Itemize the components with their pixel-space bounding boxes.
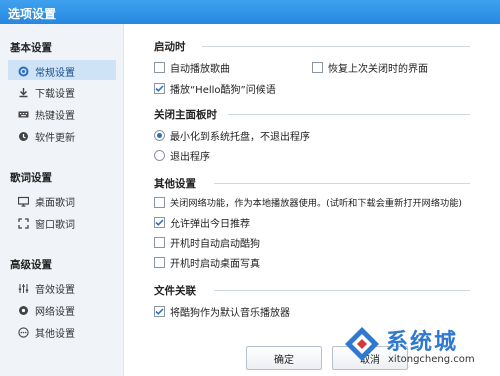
auto-play-label: 自动播放歌曲 [170, 64, 230, 75]
sidebar-item-label: 热键设置 [35, 111, 75, 122]
restore-option[interactable]: 恢复上次关闭时的界面 [312, 60, 428, 75]
section-file-assoc-title: 文件关联 [154, 285, 196, 297]
sidebar-item-window-lyrics[interactable]: 窗口歌词 [8, 212, 116, 232]
equalizer-icon [18, 283, 29, 294]
check-icon [155, 85, 164, 92]
default-player-option[interactable]: 将酷狗作为默认音乐播放器 [154, 304, 290, 319]
offline-label: 关闭网络功能，作为本地播放器使用。(试听和下载会重新打开网络功能) [170, 198, 462, 209]
sidebar-item-label: 音效设置 [35, 285, 75, 296]
sidebar-item-label: 窗口歌词 [35, 220, 75, 231]
download-icon [18, 87, 29, 98]
sidebar-item-label: 常规设置 [35, 68, 75, 79]
autostart-option[interactable]: 开机时自动启动酷狗 [154, 235, 260, 250]
sidebar-item-sound[interactable]: 音效设置 [8, 277, 116, 297]
watermark-url: xitongcheng.com [388, 354, 475, 365]
exit-radio[interactable] [154, 150, 165, 161]
check-icon [155, 308, 164, 315]
exit-option[interactable]: 退出程序 [154, 148, 210, 163]
default-player-checkbox[interactable] [154, 306, 165, 317]
refresh-icon [18, 131, 29, 142]
section-divider [214, 183, 470, 184]
watermark-title: 系统城 [386, 330, 459, 355]
ok-button[interactable]: 确定 [246, 346, 322, 370]
section-other-title: 其他设置 [154, 178, 196, 190]
auto-play-checkbox[interactable] [154, 62, 165, 73]
section-close-title: 关闭主面板时 [154, 109, 217, 121]
gear-icon [18, 66, 29, 77]
monitor-icon [18, 196, 29, 207]
keyboard-icon [18, 109, 29, 120]
section-divider [228, 114, 470, 115]
sidebar-group-advanced: 高级设置 [10, 259, 52, 271]
sidebar-item-label: 桌面歌词 [35, 198, 75, 209]
sidebar-item-download[interactable]: 下载设置 [8, 81, 116, 101]
sidebar-item-other[interactable]: 其他设置 [8, 321, 116, 341]
more-icon [18, 327, 29, 338]
section-divider [202, 46, 470, 47]
wallpaper-label: 开机时启动桌面写真 [170, 259, 260, 270]
section-divider [214, 290, 470, 291]
daily-push-checkbox[interactable] [154, 217, 165, 228]
autostart-checkbox[interactable] [154, 237, 165, 248]
sidebar-group-lyrics: 歌词设置 [10, 172, 52, 184]
restore-checkbox[interactable] [312, 62, 323, 73]
window-title: 选项设置 [0, 0, 500, 24]
minimize-label: 最小化到系统托盘，不退出程序 [170, 132, 310, 143]
daily-push-label: 允许弹出今日推荐 [170, 219, 250, 230]
restore-label: 恢复上次关闭时的界面 [328, 64, 428, 75]
wallpaper-checkbox[interactable] [154, 257, 165, 268]
sidebar-item-general[interactable]: 常规设置 [8, 60, 116, 80]
offline-option[interactable]: 关闭网络功能，作为本地播放器使用。(试听和下载会重新打开网络功能) [154, 195, 462, 209]
sidebar: 基本设置 常规设置 下载设置 热键设置 软件更新 歌词设置 桌面歌词 窗口歌词 … [0, 24, 124, 376]
greeting-label: 播放“Hello酷狗”问候语 [170, 85, 276, 96]
sidebar-group-basic: 基本设置 [10, 42, 52, 54]
daily-push-option[interactable]: 允许弹出今日推荐 [154, 215, 250, 230]
sidebar-item-label: 下载设置 [35, 89, 75, 100]
wallpaper-option[interactable]: 开机时启动桌面写真 [154, 255, 260, 270]
offline-checkbox[interactable] [154, 196, 165, 208]
autostart-label: 开机时自动启动酷狗 [170, 239, 260, 250]
window-icon [18, 218, 29, 229]
check-icon [155, 219, 164, 226]
sidebar-item-desktop-lyrics[interactable]: 桌面歌词 [8, 190, 116, 210]
network-icon [18, 305, 29, 316]
sidebar-item-label: 其他设置 [35, 329, 75, 340]
default-player-label: 将酷狗作为默认音乐播放器 [170, 308, 290, 319]
section-startup-title: 启动时 [154, 41, 186, 53]
auto-play-option[interactable]: 自动播放歌曲 [154, 60, 230, 75]
sidebar-item-network[interactable]: 网络设置 [8, 299, 116, 319]
greeting-checkbox[interactable] [154, 83, 165, 94]
minimize-option[interactable]: 最小化到系统托盘，不退出程序 [154, 128, 310, 143]
exit-label: 退出程序 [170, 152, 210, 163]
watermark-logo-icon [345, 327, 379, 361]
sidebar-item-update[interactable]: 软件更新 [8, 125, 116, 145]
greeting-option[interactable]: 播放“Hello酷狗”问候语 [154, 81, 276, 96]
watermark: 系统城 xitongcheng.com [342, 324, 492, 370]
minimize-radio[interactable] [154, 130, 165, 141]
sidebar-item-label: 网络设置 [35, 307, 75, 318]
sidebar-item-label: 软件更新 [35, 133, 75, 144]
sidebar-item-hotkey[interactable]: 热键设置 [8, 103, 116, 123]
